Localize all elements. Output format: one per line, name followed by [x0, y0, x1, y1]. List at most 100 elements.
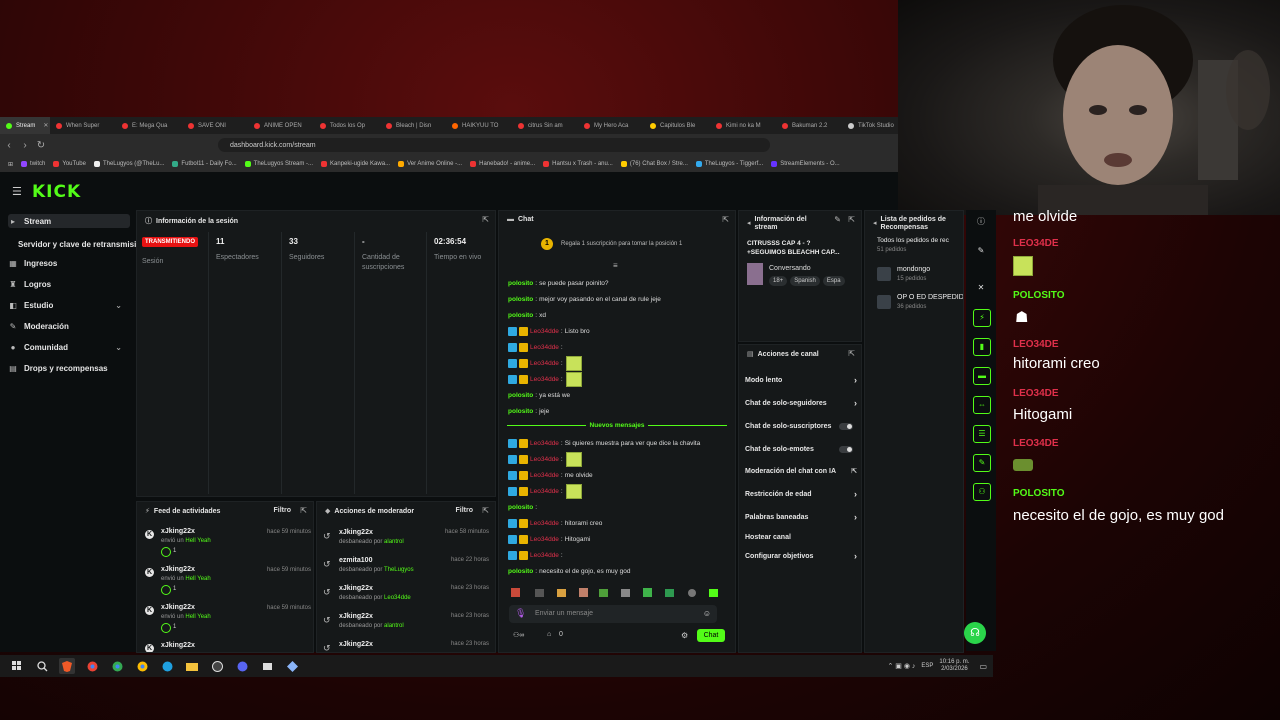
chat-username[interactable]: Leo34dde [530, 472, 559, 479]
stream-tag[interactable]: Espa [822, 276, 845, 286]
moderator-action-item[interactable]: ↺ xJking22x desbaneado por Leo34dde hace 23… [323, 585, 489, 613]
popout-icon[interactable]: ⇱ [482, 215, 489, 224]
chat-message[interactable]: Leo34dde: Listo bro [508, 325, 590, 337]
chat-username[interactable]: Leo34dde [530, 440, 559, 447]
chat-message[interactable]: polosito: se puede pasar poinito? [508, 277, 608, 289]
chat-username[interactable]: Leo34dde [530, 520, 559, 527]
channel-action-row[interactable]: Chat de solo-suscriptores [745, 419, 857, 433]
feed-item[interactable]: KxJking22x envió un Hell Yeah 1 hace 59 min… [145, 528, 311, 564]
chat-message[interactable]: polosito: xd [508, 309, 546, 321]
notification-icon[interactable]: ▭ [979, 662, 987, 671]
chat-message[interactable]: Leo34dde: Si quieres muestra para ver que… [508, 437, 700, 449]
channel-action-row[interactable]: Configurar objetivos › [745, 549, 857, 563]
chat-username[interactable]: Leo34dde [530, 536, 559, 543]
sidebar-item[interactable]: Servidor y clave de retransmisión [18, 237, 140, 251]
app-icon[interactable] [284, 658, 300, 674]
chat-username[interactable]: Leo34dde [530, 360, 559, 367]
edit-icon[interactable]: ✎ [834, 215, 841, 224]
channel-action-row[interactable]: Moderación del chat con IA ⇱ [745, 464, 857, 478]
wrench-icon[interactable]: ✎ [973, 454, 991, 472]
chat-send-button[interactable]: Chat [697, 629, 725, 642]
channel-action-row[interactable]: Restricción de edad › [745, 487, 857, 501]
moderator-action-item[interactable]: ↺ xJking22x desbaneado por alantrol hace 23… [323, 613, 489, 641]
pencil-icon[interactable]: ✎ [973, 243, 989, 259]
browser-tab[interactable]: Kimi no ka M [710, 117, 776, 134]
browser-tab[interactable]: When Super [50, 117, 116, 134]
popout-icon[interactable]: ⇱ [848, 349, 855, 358]
feed-item[interactable]: KxJking22x envió un Hell Yeah 1 hace 59 min… [145, 566, 311, 602]
stream-tag[interactable]: Spanish [790, 276, 820, 286]
url-input[interactable]: dashboard.kick.com/stream [218, 138, 770, 152]
sidebar-item[interactable]: ◧ Estudio ⌄ [8, 298, 130, 312]
chat-username[interactable]: Leo34dde [530, 344, 559, 351]
bookmark-item[interactable]: twitch [21, 161, 45, 167]
browser-tab[interactable]: HAIKYUU TO [446, 117, 512, 134]
chat-username[interactable]: polosito [508, 568, 533, 575]
bookmark-item[interactable]: TheLugyos - Tiggerf... [695, 161, 763, 167]
search-icon[interactable] [34, 658, 50, 674]
list-icon[interactable]: ☰ [973, 425, 991, 443]
chat-message[interactable]: polosito: mejor voy pasando en el canal d… [508, 293, 661, 305]
help-icon[interactable]: ☊ [964, 622, 986, 644]
all-rewards-label[interactable]: Todos los pedidos de rec [877, 237, 949, 244]
moderator-action-item[interactable]: ↺ ezmita100 desbaneado por TheLugyos hace 2… [323, 557, 489, 585]
chat-username[interactable]: polosito [508, 296, 533, 303]
bookmark-item[interactable]: Kanpeki-ugide Kawa... [321, 161, 390, 167]
browser-tab[interactable]: ANIME OPEN [248, 117, 314, 134]
chat-settings-icon[interactable]: ⚙ [681, 631, 688, 640]
chat-message[interactable]: polosito: ya está we [508, 389, 570, 401]
sidebar-item[interactable]: ♜ Logros [8, 277, 130, 291]
bookmark-item[interactable]: StreamElements - O... [771, 161, 840, 167]
moderator-action-item[interactable]: ↺ xJking22x desbaneado por alantrol hace 58… [323, 529, 489, 557]
browser-tab[interactable]: Todos los Op [314, 117, 380, 134]
back-icon[interactable]: ‹ [2, 140, 16, 151]
emote-row-icon[interactable] [507, 587, 727, 599]
users-icon[interactable]: ⚇ [973, 483, 991, 501]
bookmark-item[interactable]: TheLugyos (@TheLu... [93, 161, 164, 167]
browser-tab[interactable]: SAVE ONI [182, 117, 248, 134]
chrome-icon[interactable] [134, 658, 150, 674]
browser-tab[interactable]: Bleach | Disn [380, 117, 446, 134]
chat-message[interactable]: Leo34dde: [508, 341, 563, 353]
bookmark-item[interactable]: (76) Chat Box / Stre... [620, 161, 688, 167]
popout-icon[interactable]: ⇱ [722, 215, 729, 224]
browser-tab[interactable]: E: Mega Qua [116, 117, 182, 134]
chat-username[interactable]: Leo34dde [530, 376, 559, 383]
popout-icon[interactable]: ⇱ [482, 506, 489, 515]
feed-item[interactable]: KxJking22x [145, 642, 311, 652]
feed-filter-button[interactable]: Filtro [274, 507, 292, 514]
chrome-icon[interactable] [84, 658, 100, 674]
discord-icon[interactable] [234, 658, 250, 674]
pinned-gift-text[interactable]: Regala 1 suscripción para tomar la posic… [561, 241, 682, 247]
popout-icon[interactable]: ⇱ [300, 506, 307, 515]
close-tab-icon[interactable]: ✕ [43, 122, 48, 129]
chrome-icon[interactable] [109, 658, 125, 674]
popout-icon[interactable]: ⇱ [848, 215, 855, 224]
bolt-icon[interactable]: ⚡ [973, 309, 991, 327]
chat-message[interactable]: polosito: jeje [508, 405, 549, 417]
chat-message[interactable]: Leo34dde: [508, 483, 582, 499]
edge-icon[interactable] [159, 658, 175, 674]
clipboard-icon[interactable]: ▮ [973, 338, 991, 356]
obs-icon[interactable] [209, 658, 225, 674]
toggle-switch[interactable] [839, 422, 853, 430]
chat-username[interactable]: Leo34dde [530, 328, 559, 335]
chat-username[interactable]: polosito [508, 392, 533, 399]
chat-message[interactable]: Leo34dde: [508, 355, 582, 371]
browser-tab[interactable]: Capitulos Ble [644, 117, 710, 134]
chat-username[interactable]: polosito [508, 504, 533, 511]
chat-username[interactable]: Leo34dde [530, 488, 559, 495]
filter-icon[interactable]: ≡ [613, 261, 618, 270]
browser-tab[interactable]: Stream ✕ [0, 117, 50, 134]
users-icon[interactable]: ⚇∞ [513, 631, 524, 639]
file-explorer-icon[interactable] [184, 658, 200, 674]
close-icon[interactable]: ✕ [973, 280, 989, 296]
chat-message[interactable]: Leo34dde: [508, 451, 582, 467]
brave-icon[interactable] [59, 658, 75, 674]
chat-username[interactable]: polosito [508, 280, 533, 287]
clock[interactable]: 10:16 p. m. 2/03/2026 [939, 659, 969, 673]
chat-icon[interactable]: ▬ [973, 367, 991, 385]
tray-icons[interactable]: ⌃ ▣ ◉ ♪ [887, 662, 915, 670]
chat-username[interactable]: Leo34dde [530, 456, 559, 463]
chat-username[interactable]: polosito [508, 312, 533, 319]
